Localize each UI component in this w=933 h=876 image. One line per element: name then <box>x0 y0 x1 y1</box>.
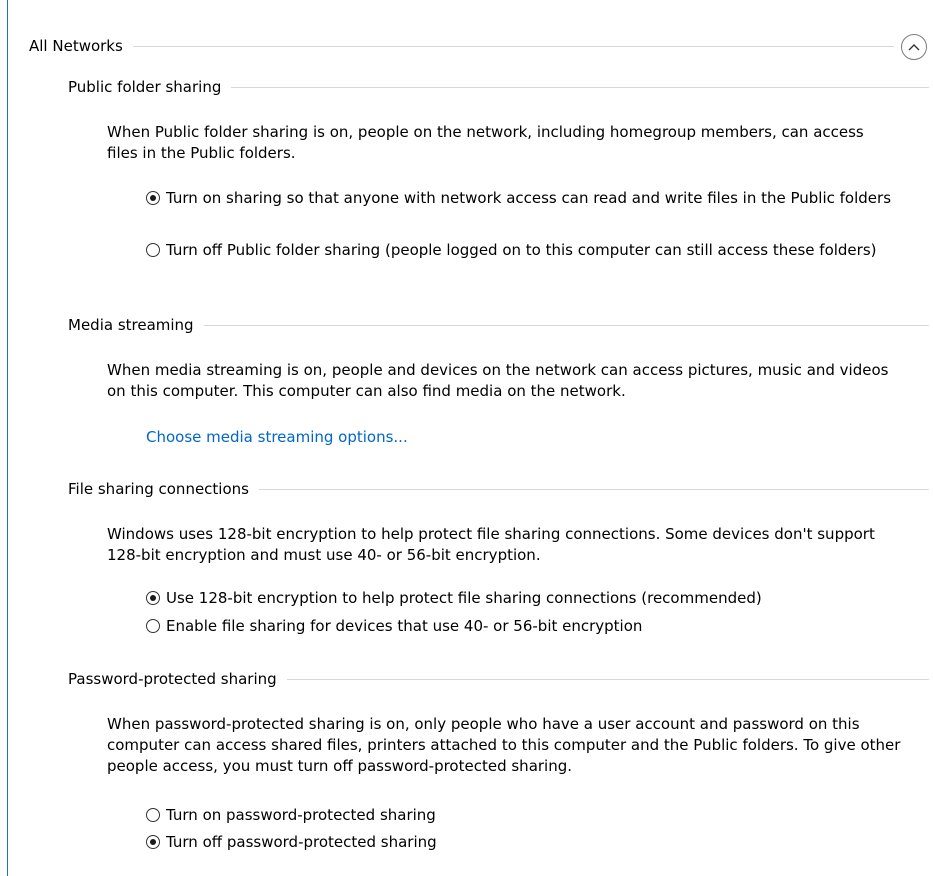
radio-button-selected[interactable] <box>146 835 160 849</box>
password-protected-sharing-description: When password-protected sharing is on, o… <box>107 715 901 775</box>
public-folder-sharing-description: When Public folder sharing is on, people… <box>107 123 864 162</box>
radio-password-sharing-on[interactable]: Turn on password-protected sharing <box>146 805 916 826</box>
section-divider <box>258 488 929 490</box>
password-protected-sharing-title: Password-protected sharing <box>68 670 277 688</box>
public-folder-sharing-header: Public folder sharing <box>68 77 929 97</box>
radio-label: Turn off Public folder sharing (people l… <box>166 241 877 259</box>
password-protected-sharing-header: Password-protected sharing <box>68 669 929 689</box>
radio-label: Turn on sharing so that anyone with netw… <box>166 189 892 207</box>
file-sharing-connections-header: File sharing connections <box>68 479 929 499</box>
media-streaming-title: Media streaming <box>68 316 194 334</box>
public-folder-sharing-title: Public folder sharing <box>68 78 222 96</box>
radio-label: Turn off password-protected sharing <box>166 833 437 851</box>
radio-40-56-bit-encryption[interactable]: Enable file sharing for devices that use… <box>146 616 916 637</box>
radio-button-selected[interactable] <box>146 191 160 205</box>
section-divider <box>286 678 929 680</box>
radio-button[interactable] <box>146 619 160 633</box>
panel-left-border <box>7 0 8 876</box>
radio-public-sharing-off[interactable]: Turn off Public folder sharing (people l… <box>146 240 896 261</box>
radio-label: Turn on password-protected sharing <box>166 806 436 824</box>
all-networks-title: All Networks <box>29 37 123 55</box>
section-divider <box>231 86 929 88</box>
choose-media-streaming-options-link[interactable]: Choose media streaming options... <box>146 428 408 446</box>
collapse-button[interactable] <box>901 34 927 60</box>
radio-button-selected[interactable] <box>146 591 160 605</box>
radio-128-bit-encryption[interactable]: Use 128-bit encryption to help protect f… <box>146 588 916 609</box>
section-divider <box>203 324 929 326</box>
radio-password-sharing-off[interactable]: Turn off password-protected sharing <box>146 832 916 853</box>
radio-button[interactable] <box>146 243 160 257</box>
media-streaming-header: Media streaming <box>68 315 929 335</box>
radio-label: Enable file sharing for devices that use… <box>166 617 643 635</box>
radio-public-sharing-on[interactable]: Turn on sharing so that anyone with netw… <box>146 188 916 209</box>
radio-label: Use 128-bit encryption to help protect f… <box>166 589 762 607</box>
header-divider <box>132 45 894 47</box>
media-streaming-description: When media streaming is on, people and d… <box>107 361 889 400</box>
radio-button[interactable] <box>146 808 160 822</box>
chevron-up-icon <box>908 44 920 51</box>
file-sharing-connections-description: Windows uses 128-bit encryption to help … <box>107 525 875 564</box>
file-sharing-connections-title: File sharing connections <box>68 480 249 498</box>
all-networks-header: All Networks <box>29 36 894 56</box>
